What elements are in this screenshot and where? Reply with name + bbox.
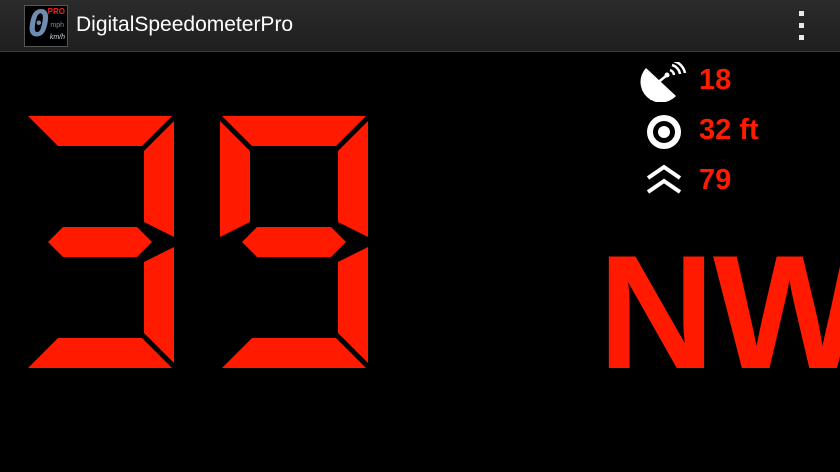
- segment-g: [48, 227, 152, 257]
- overflow-menu-icon: [799, 11, 804, 16]
- app-logo-digit: 0: [28, 4, 50, 45]
- overflow-menu-button[interactable]: [788, 6, 816, 46]
- target-icon: [647, 115, 681, 149]
- app-logo-icon: 0 PRO mph km/h: [24, 5, 68, 47]
- accuracy-row: 32 ft: [640, 108, 840, 152]
- gps-accuracy: 32 ft: [699, 114, 759, 146]
- compass-heading: NW: [598, 222, 840, 403]
- app-title: DigitalSpeedometerPro: [76, 13, 294, 36]
- satellite-dish-icon: [640, 62, 687, 102]
- segment-g: [242, 227, 346, 257]
- app-logo-unit-mph: mph: [50, 22, 64, 29]
- satellite-count: 18: [699, 64, 732, 96]
- speed-digit-ones: [220, 116, 368, 368]
- segment-d: [28, 338, 172, 368]
- segment-d: [222, 338, 366, 368]
- speed-digit-tens: [28, 116, 174, 368]
- app-logo-unit-kmh: km/h: [49, 34, 65, 41]
- segment-a: [28, 116, 172, 146]
- segment-a: [222, 116, 366, 146]
- gps-status-panel: 18 32 ft 79: [640, 58, 840, 208]
- app-logo-pro-badge: PRO: [47, 7, 65, 16]
- speed-digits: [28, 116, 368, 368]
- altitude-value: 79: [699, 164, 732, 196]
- altitude-chevron-icon: [646, 164, 682, 194]
- satellites-row: 18: [640, 58, 840, 102]
- speed-display: [22, 116, 374, 368]
- action-bar: 0 PRO mph km/h DigitalSpeedometerPro: [0, 0, 840, 52]
- altitude-row: 79: [640, 158, 840, 202]
